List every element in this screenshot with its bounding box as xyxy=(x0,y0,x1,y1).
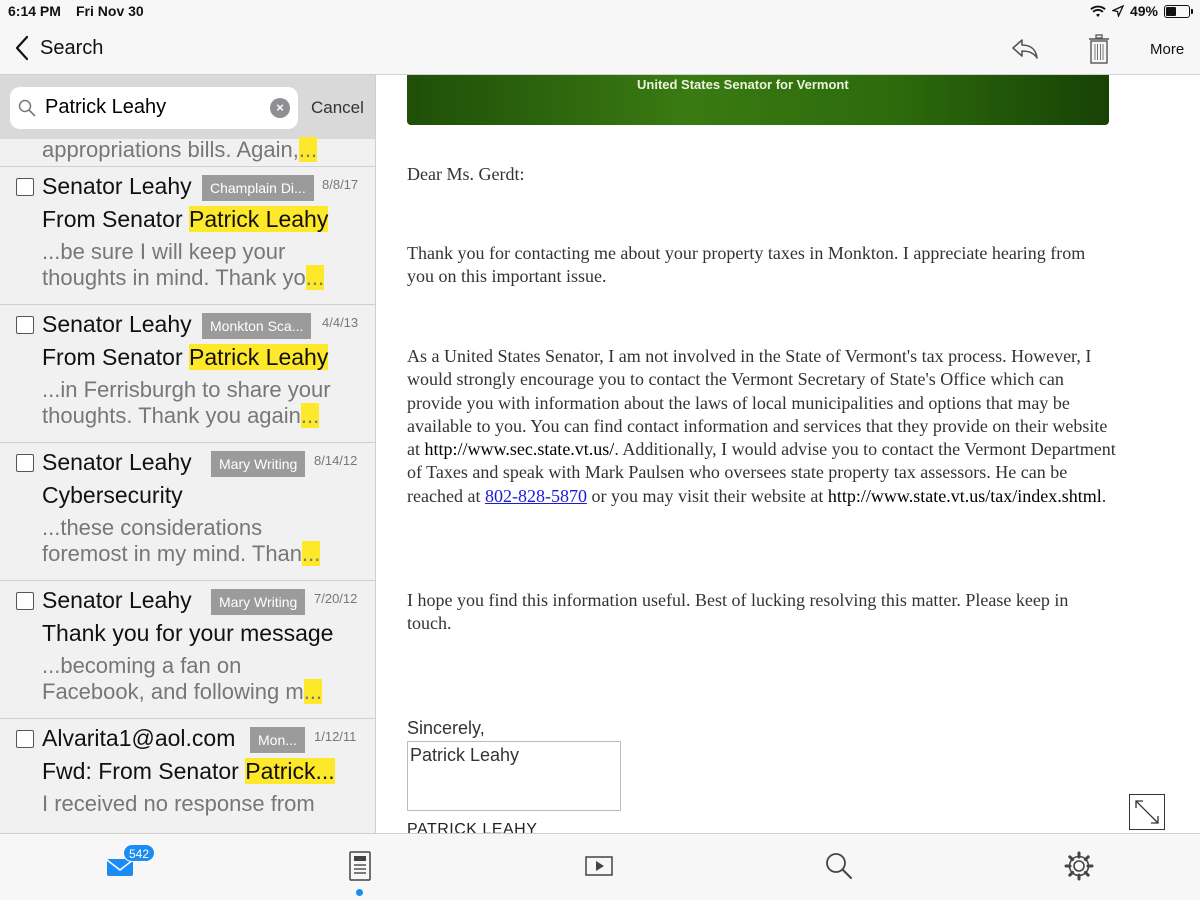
sender: Senator Leahy xyxy=(42,587,192,613)
subject: From Senator Patrick Leahy xyxy=(42,344,329,370)
signature-box: Patrick Leahy xyxy=(407,741,621,811)
expand-icon xyxy=(1135,800,1159,824)
mail-date: 8/8/17 xyxy=(322,177,359,192)
signature-text: Patrick Leahy xyxy=(410,745,520,765)
subject: From Senator Patrick Leahy xyxy=(42,206,329,232)
folder-tag: Monkton Sca... xyxy=(202,313,312,339)
mail-date: 7/20/12 xyxy=(314,591,358,606)
snippet-line-2: foremost in my mind. Than... xyxy=(42,541,321,566)
banner-text: United States Senator for Vermont xyxy=(637,77,849,92)
search-icon xyxy=(18,99,36,117)
status-right: 49% xyxy=(1090,3,1193,19)
battery-icon xyxy=(1164,4,1193,18)
sender: Senator Leahy xyxy=(42,173,192,199)
mail-date: 1/12/11 xyxy=(314,729,357,744)
senator-banner-image: United States Senator for Vermont xyxy=(407,75,1109,125)
snippet-line-2: Facebook, and following m... xyxy=(42,679,323,704)
unread-badge: 542 xyxy=(123,844,156,862)
subject: Fwd: From Senator Patrick... xyxy=(42,758,335,784)
list-item[interactable]: Senator Leahy Monkton Sca... 4/4/13 From… xyxy=(0,305,375,443)
folder-tag: Mary Writing xyxy=(211,451,306,477)
cancel-search-button[interactable]: Cancel xyxy=(311,98,364,118)
expand-button[interactable] xyxy=(1129,794,1165,830)
select-checkbox[interactable] xyxy=(16,592,34,610)
message-content-pane: United States Senator for Vermont Dear M… xyxy=(377,75,1200,833)
back-button[interactable]: Search xyxy=(14,35,103,61)
document-icon[interactable] xyxy=(345,851,375,881)
clear-search-icon[interactable]: × xyxy=(270,98,290,118)
subject: Cybersecurity xyxy=(42,482,183,508)
search-area: Patrick Leahy × Cancel xyxy=(0,75,375,139)
search-field[interactable]: Patrick Leahy × xyxy=(10,87,298,129)
trash-icon[interactable] xyxy=(1088,34,1110,64)
video-icon[interactable] xyxy=(584,851,614,881)
snippet-line-2: thoughts in mind. Thank yo... xyxy=(42,265,325,290)
letter-greeting: Dear Ms. Gerdt: xyxy=(407,164,525,184)
sender: Senator Leahy xyxy=(42,449,192,475)
letter-paragraph-2: As a United States Senator, I am not inv… xyxy=(407,346,1116,506)
search-icon[interactable] xyxy=(824,851,854,881)
letter-closing: Sincerely, xyxy=(407,718,485,738)
snippet-line-1: ...these considerations xyxy=(42,515,263,540)
status-time: 6:14 PM xyxy=(8,3,61,19)
sender: Alvarita1@aol.com xyxy=(42,725,236,751)
chevron-left-icon xyxy=(15,35,29,61)
list-item[interactable]: Alvarita1@aol.com Mon... 1/12/11 Fwd: Fr… xyxy=(0,719,375,833)
search-input[interactable]: Patrick Leahy xyxy=(45,96,166,119)
partial-snippet: appropriations bills. Again,... xyxy=(42,137,318,162)
snippet-line-1: ...be sure I will keep your xyxy=(42,239,286,264)
snippet-line-1: ...in Ferrisburgh to share your xyxy=(42,377,331,402)
subject: Thank you for your message xyxy=(42,620,334,646)
folder-tag: Mon... xyxy=(250,727,305,753)
list-item[interactable]: Senator Leahy Mary Writing 7/20/12 Thank… xyxy=(0,581,375,719)
snippet-line-1: I received no response from xyxy=(42,791,315,816)
list-item[interactable]: Senator Leahy Mary Writing 8/14/12 Cyber… xyxy=(0,443,375,581)
select-checkbox[interactable] xyxy=(16,316,34,334)
list-item[interactable]: Senator Leahy Champlain Di... 8/8/17 Fro… xyxy=(0,167,375,305)
folder-tag: Champlain Di... xyxy=(202,175,314,201)
snippet-line-2: thoughts. Thank you again... xyxy=(42,403,320,428)
signature-name: PATRICK LEAHY xyxy=(407,821,538,833)
mail-date: 8/14/12 xyxy=(314,453,358,468)
wifi-icon xyxy=(1090,5,1106,17)
battery-percent: 49% xyxy=(1129,3,1158,19)
sec-state-link[interactable]: http://www.sec.state.vt.us/ xyxy=(425,439,615,459)
tab-bar: 542 xyxy=(0,833,1200,900)
snippet-line-1: ...becoming a fan on xyxy=(42,653,242,678)
location-arrow-icon xyxy=(1111,5,1124,17)
nav-bar: Search More xyxy=(0,23,1200,75)
status-bar: 6:14 PM Fri Nov 30 49% xyxy=(0,0,1200,23)
mail-date: 4/4/13 xyxy=(322,315,359,330)
sender: Senator Leahy xyxy=(42,311,192,337)
letter-paragraph-1: Thank you for contacting me about your p… xyxy=(407,243,1086,287)
select-checkbox[interactable] xyxy=(16,178,34,196)
select-checkbox[interactable] xyxy=(16,730,34,748)
gear-icon[interactable] xyxy=(1064,851,1094,881)
letter-paragraph-3: I hope you find this information useful.… xyxy=(407,590,1069,634)
status-date: Fri Nov 30 xyxy=(76,3,144,19)
back-label: Search xyxy=(40,36,104,59)
tax-website-link[interactable]: http://www.state.vt.us/tax/index.shtml xyxy=(828,486,1102,506)
message-list-panel: Patrick Leahy × Cancel appropriations bi… xyxy=(0,75,376,833)
folder-tag: Mary Writing xyxy=(211,589,306,615)
phone-link[interactable]: 802-828-5870 xyxy=(485,486,587,506)
reply-icon[interactable] xyxy=(1010,36,1040,62)
more-button[interactable]: More xyxy=(1150,41,1184,58)
list-item-partial[interactable]: appropriations bills. Again,... xyxy=(0,137,375,167)
select-checkbox[interactable] xyxy=(16,454,34,472)
active-tab-indicator xyxy=(356,889,363,896)
